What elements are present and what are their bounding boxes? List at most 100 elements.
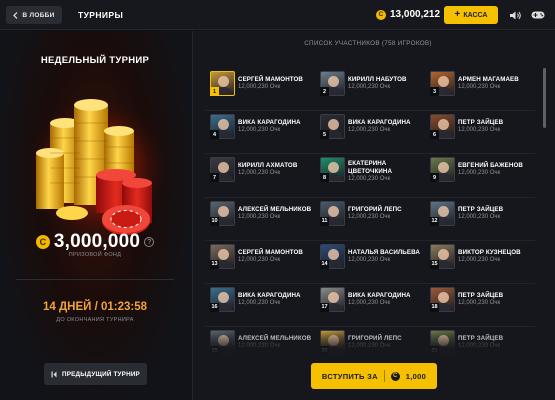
player-name: СЕРГЕЙ МАМОНТОВ bbox=[238, 248, 303, 256]
cashier-button[interactable]: + КАССА bbox=[444, 6, 498, 24]
player-score: 12,000,230 Очк bbox=[458, 127, 501, 134]
speaker-icon[interactable] bbox=[508, 9, 522, 21]
tournament-timer: 14 ДНЕЙ / 01:23:58 bbox=[42, 301, 148, 313]
player-name: ВИКТОР КУЗНЕЦОВ bbox=[458, 248, 521, 256]
avatar-face bbox=[218, 291, 229, 303]
join-price: 1,000 bbox=[405, 371, 427, 381]
player-rank: 4 bbox=[210, 130, 219, 140]
player-name: КИРИЛЛ АХМАТОВ bbox=[238, 162, 298, 170]
player-name: АРМЕН МАГАМАЕВ bbox=[458, 76, 519, 83]
prize-caption: ПРИЗОВОЙ ФОНД bbox=[68, 252, 122, 258]
player-score: 12,000,230 Очк bbox=[348, 176, 391, 183]
player-name: ВИКА КАРАГОДИНА bbox=[348, 119, 411, 127]
player-rank: 18 bbox=[430, 302, 439, 312]
avatar-face bbox=[328, 162, 339, 174]
player-name: ВИКА КАРАГОДИНА bbox=[238, 119, 301, 127]
player-card[interactable]: 1 СЕРГЕЙ МАМОНТОВ 12,000,230 Очк bbox=[205, 68, 315, 112]
player-card[interactable]: 11 ГРИГОРИЙ ЛЕПС 12,000,230 Очк bbox=[315, 198, 425, 241]
player-rank: 7 bbox=[210, 173, 219, 183]
avatar-face bbox=[328, 205, 339, 217]
plus-icon: + bbox=[454, 9, 461, 20]
player-rank: 1 bbox=[210, 87, 219, 96]
player-rank: 2 bbox=[320, 87, 329, 96]
player-card[interactable]: 8 ЕКАТЕРИНА ЦВЕТОЧКИНА 12,000,230 Очк bbox=[315, 154, 425, 198]
scrollbar[interactable] bbox=[543, 68, 546, 128]
player-score: 12,000,230 Очк bbox=[348, 84, 391, 90]
player-card[interactable]: 13 СЕРГЕЙ МАМОНТОВ 12,000,230 Очк bbox=[205, 241, 315, 284]
player-rank: 3 bbox=[430, 87, 439, 96]
player-card[interactable]: 9 ЕВГЕНИЙ БАЖЕНОВ 12,000,230 Очк bbox=[425, 154, 535, 198]
avatar-face bbox=[218, 162, 229, 174]
avatar-face bbox=[218, 205, 229, 217]
player-name: ПЕТР ЗАЙЦЕВ bbox=[458, 205, 504, 213]
player-score: 12,000,230 Очк bbox=[458, 170, 501, 177]
avatar-face bbox=[328, 248, 339, 260]
player-card[interactable]: 4 ВИКА КАРАГОДИНА 12,000,230 Очк bbox=[205, 111, 315, 155]
avatar-face bbox=[218, 248, 229, 260]
player-score: 12,000,230 Очк bbox=[458, 299, 501, 306]
player-score: 12,000,230 Очк bbox=[348, 213, 391, 220]
coin-icon: C bbox=[390, 371, 400, 381]
player-score: 12,000,230 Очк bbox=[348, 127, 391, 134]
player-score: 12,000,230 Очк bbox=[238, 84, 281, 90]
avatar-face bbox=[218, 76, 229, 87]
player-card[interactable]: 18 ПЕТР ЗАЙЦЕВ 12,000,230 Очк bbox=[425, 284, 535, 328]
tournament-panel: НЕДЕЛЬНЫЙ ТУРНИР C 3,000,000 ? ПРИЗОВОЙ … bbox=[0, 31, 190, 400]
player-name: ПЕТР ЗАЙЦЕВ bbox=[458, 119, 504, 127]
player-rank: 10 bbox=[210, 216, 219, 226]
avatar-face bbox=[328, 291, 339, 303]
coin-icon: C bbox=[376, 9, 386, 20]
player-name: АЛЕКСЕЙ МЕЛЬНИКОВ bbox=[238, 205, 312, 213]
player-rank: 12 bbox=[430, 216, 439, 226]
player-score: 12,000,230 Очк bbox=[458, 213, 501, 220]
player-card[interactable]: 5 ВИКА КАРАГОДИНА 12,000,230 Очк bbox=[315, 111, 425, 155]
participants-panel: СПИСОК УЧАСТНИКОВ (758 ИГРОКОВ) 1 СЕРГЕЙ … bbox=[192, 31, 555, 400]
player-rank: 8 bbox=[320, 173, 329, 183]
player-score: 12,000,230 Очк bbox=[458, 84, 501, 90]
player-name: СЕРГЕЙ МАМОНТОВ bbox=[238, 76, 303, 83]
player-score: 12,000,230 Очк bbox=[238, 170, 281, 177]
player-rank: 15 bbox=[430, 259, 439, 269]
player-card[interactable]: 6 ПЕТР ЗАЙЦЕВ 12,000,230 Очк bbox=[425, 111, 535, 155]
player-score: 12,000,230 Очк bbox=[238, 256, 281, 263]
prize-pool: C 3,000,000 ? bbox=[0, 231, 190, 253]
help-icon[interactable]: ? bbox=[144, 237, 155, 247]
cashier-label: КАССА bbox=[463, 11, 488, 19]
avatar-face bbox=[328, 76, 339, 87]
prize-coins-image bbox=[22, 93, 172, 243]
previous-tournament-button[interactable]: ПРЕДЫДУЩИЙ ТУРНИР bbox=[44, 363, 147, 385]
avatar-face bbox=[438, 76, 449, 87]
player-rank: 17 bbox=[320, 302, 329, 312]
player-card[interactable]: 2 КИРИЛЛ НАБУТОВ 12,000,230 Очк bbox=[315, 68, 425, 112]
player-name: ГРИГОРИЙ ЛЕПС bbox=[348, 205, 402, 213]
player-card[interactable]: 10 АЛЕКСЕЙ МЕЛЬНИКОВ 12,000,230 Очк bbox=[205, 198, 315, 241]
chevron-left-icon bbox=[13, 11, 18, 19]
gamepad-icon[interactable] bbox=[531, 9, 545, 21]
coin-icon: C bbox=[35, 235, 50, 249]
divider bbox=[16, 279, 174, 280]
player-card[interactable]: 7 КИРИЛЛ АХМАТОВ 12,000,230 Очк bbox=[205, 154, 315, 198]
player-card[interactable]: 15 ВИКТОР КУЗНЕЦОВ 12,000,230 Очк bbox=[425, 241, 535, 284]
player-card[interactable]: 17 ВИКА КАРАГОДИНА 12,000,230 Очк bbox=[315, 284, 425, 328]
avatar-face bbox=[438, 291, 449, 303]
avatar-face bbox=[328, 119, 339, 131]
participants-list[interactable]: 1 СЕРГЕЙ МАМОНТОВ 12,000,230 Очк 2 КИРИЛЛ НА… bbox=[205, 68, 535, 368]
back-to-lobby-button[interactable]: В ЛОББИ bbox=[6, 6, 62, 24]
previous-tournament-label: ПРЕДЫДУЩИЙ ТУРНИР bbox=[62, 370, 140, 378]
tournament-title: НЕДЕЛЬНЫЙ ТУРНИР bbox=[40, 55, 150, 66]
player-card[interactable]: 12 ПЕТР ЗАЙЦЕВ 12,000,230 Очк bbox=[425, 198, 535, 241]
player-score: 12,000,230 Очк bbox=[348, 299, 391, 306]
player-rank: 9 bbox=[430, 173, 439, 183]
player-score: 12,000,230 Очк bbox=[348, 256, 391, 263]
player-card[interactable]: 14 НАТАЛЬЯ ВАСИЛЬЕВА 12,000,230 Очк bbox=[315, 241, 425, 284]
join-tournament-button[interactable]: ВСТУПИТЬ ЗА C 1,000 bbox=[311, 363, 437, 389]
player-rank: 5 bbox=[320, 130, 329, 140]
player-name: ЕВГЕНИЙ БАЖЕНОВ bbox=[458, 162, 523, 170]
participants-title: СПИСОК УЧАСТНИКОВ (758 ИГРОКОВ) bbox=[304, 40, 432, 47]
player-card[interactable]: 3 АРМЕН МАГАМАЕВ 12,000,230 Очк bbox=[425, 68, 535, 112]
list-fade bbox=[193, 331, 543, 363]
player-rank: 11 bbox=[320, 216, 329, 226]
player-score: 12,000,230 Очк bbox=[238, 213, 281, 220]
player-card[interactable]: 16 ВИКА КАРАГОДИНА 12,000,230 Очк bbox=[205, 284, 315, 328]
player-rank: 6 bbox=[430, 130, 439, 140]
